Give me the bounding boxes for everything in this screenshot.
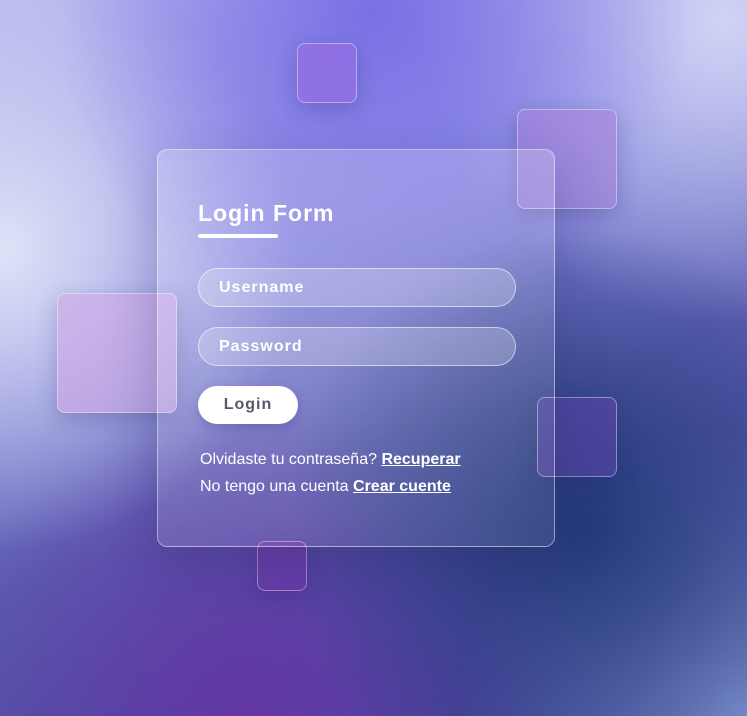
- title-underline: [198, 234, 278, 238]
- login-button[interactable]: Login: [198, 386, 298, 424]
- no-account-text: No tengo una cuenta: [200, 478, 349, 495]
- login-card: Login Form Login Olvidaste tu contraseña…: [157, 149, 555, 547]
- form-title: Login Form: [198, 200, 335, 226]
- create-account-line: No tengo una cuenta Crear cuente: [200, 478, 451, 496]
- create-account-link[interactable]: Crear cuente: [353, 478, 451, 495]
- decorative-square-bottom: [257, 541, 307, 591]
- forgot-password-line: Olvidaste tu contraseña? Recuperar: [200, 451, 461, 469]
- recover-link[interactable]: Recuperar: [381, 451, 460, 468]
- password-input[interactable]: [198, 327, 516, 366]
- forgot-password-text: Olvidaste tu contraseña?: [200, 451, 377, 468]
- decorative-square-top: [297, 43, 357, 103]
- username-input[interactable]: [198, 268, 516, 307]
